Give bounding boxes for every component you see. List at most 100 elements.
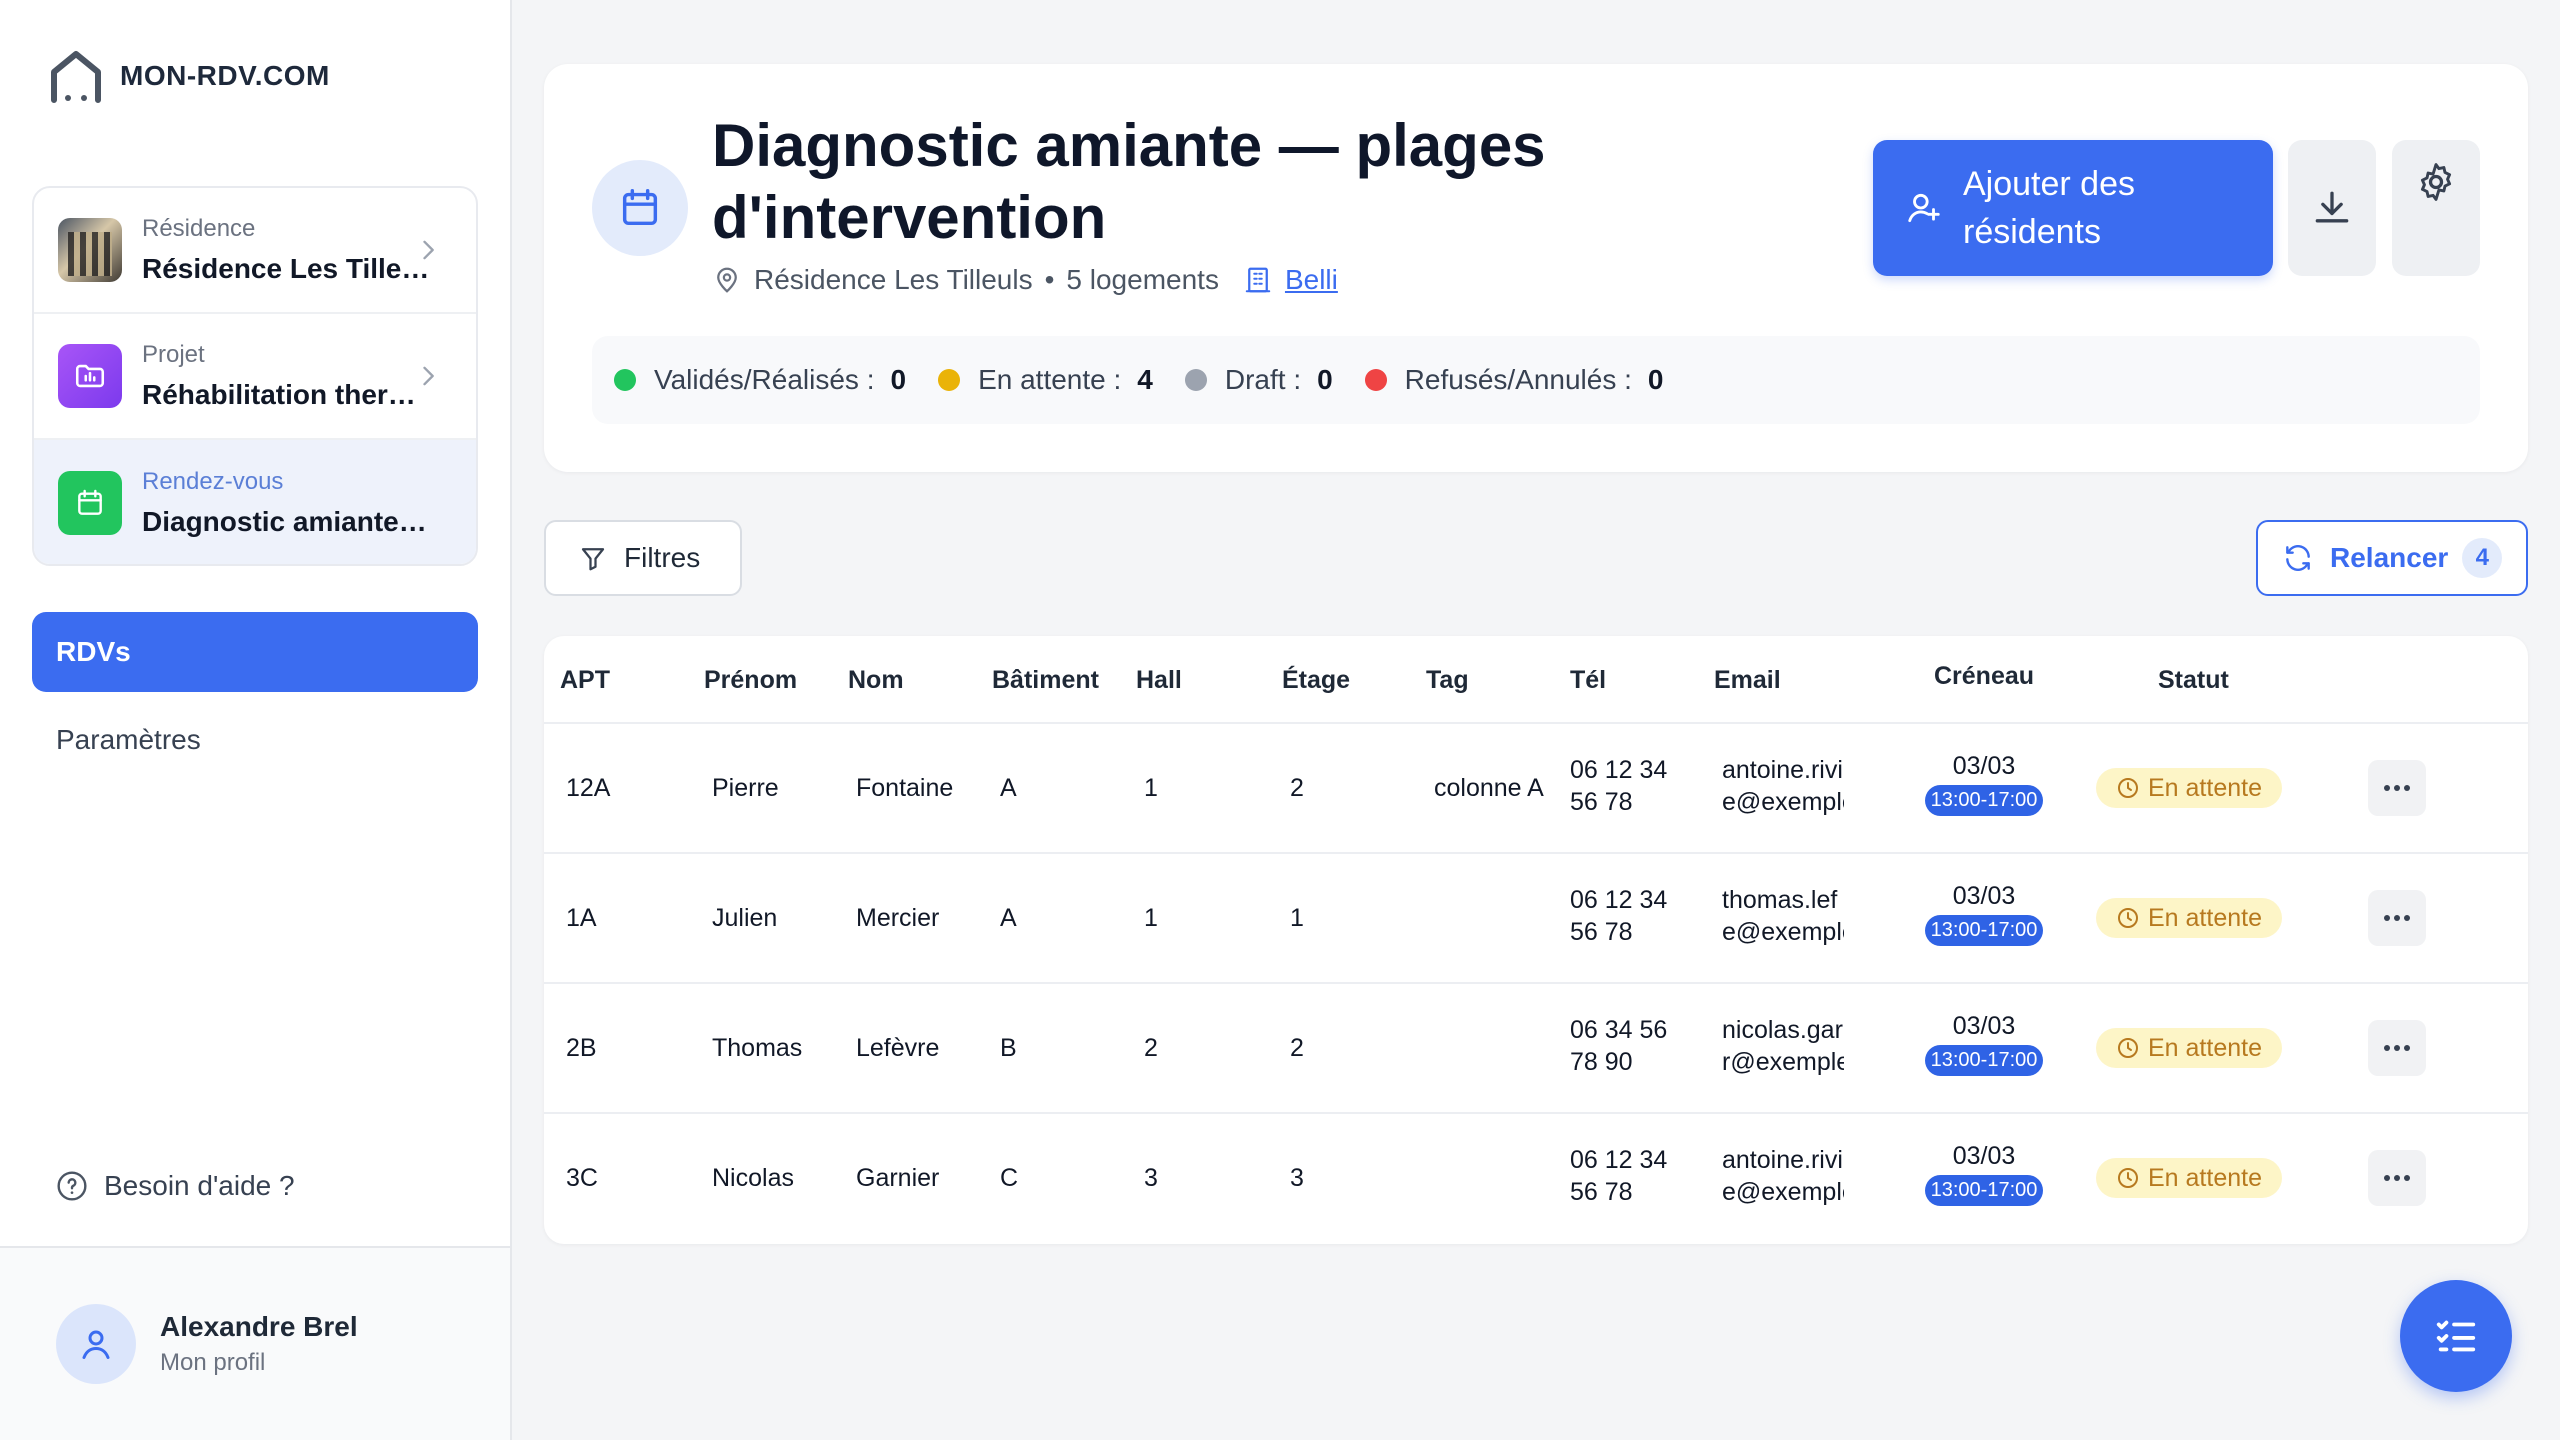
col-apt[interactable]: APT <box>560 666 610 695</box>
question-circle-icon <box>57 1171 87 1201</box>
email-line: antoine.rivi <box>1722 1146 1843 1174</box>
cell-creneau: 03/03 13:00-17:00 <box>1920 752 2048 816</box>
cell-email: thomas.lef e@exemple <box>1722 884 1844 948</box>
header-card: Diagnostic amiante — plages d'interventi… <box>544 64 2528 472</box>
table-row[interactable]: 2B Thomas Lefèvre B 2 2 06 34 56 78 90 ni… <box>544 984 2528 1114</box>
status-badge: En attente <box>2096 1158 2282 1198</box>
page-title: Diagnostic amiante — plages d'interventi… <box>712 112 1546 251</box>
stat-value: 0 <box>1317 364 1333 395</box>
stat-validated: Validés/Réalisés : 0 <box>614 364 906 396</box>
slot-time: 13:00-17:00 <box>1924 915 2044 946</box>
more-horizontal-icon <box>2384 915 2410 921</box>
context-residence[interactable]: Résidence Résidence Les Tilleuls <box>34 188 476 314</box>
cell-hall: 1 <box>1144 774 1158 802</box>
col-tel[interactable]: Tél <box>1570 666 1606 695</box>
cell-nom: Garnier <box>856 1164 940 1192</box>
profile-name: Alexandre Brel <box>160 1311 358 1342</box>
building-icon <box>1245 267 1271 293</box>
cell-batiment: B <box>1000 1034 1017 1062</box>
stat-value: 4 <box>1137 364 1153 395</box>
email-line: e@exemple <box>1722 788 1844 816</box>
slot-date: 03/03 <box>1952 1012 2016 1040</box>
cell-apt: 2B <box>566 1034 597 1062</box>
context-rendez-vous[interactable]: Rendez-vous Diagnostic amiante — plages … <box>34 440 476 564</box>
context-label: Résidence <box>142 215 256 242</box>
user-icon <box>82 1330 110 1359</box>
stat-pending: En attente : 4 <box>938 364 1153 396</box>
cell-email: antoine.rivi e@exemple <box>1722 1144 1844 1208</box>
row-actions-button[interactable] <box>2368 1150 2426 1206</box>
more-horizontal-icon <box>2384 785 2410 791</box>
col-nom[interactable]: Nom <box>848 666 904 695</box>
cell-apt: 1A <box>566 904 597 932</box>
add-residents-button[interactable]: Ajouter des résidents <box>1873 140 2273 276</box>
col-batiment[interactable]: Bâtiment <box>992 666 1099 695</box>
cell-prenom: Julien <box>712 904 778 932</box>
folder-icon <box>58 344 122 408</box>
col-tag[interactable]: Tag <box>1426 666 1469 695</box>
stat-label: Validés/Réalisés : <box>654 364 875 395</box>
table-row[interactable]: 3C Nicolas Garnier C 3 3 06 12 34 56 78 a… <box>544 1114 2528 1244</box>
stat-value: 0 <box>890 364 907 395</box>
bailleur-link[interactable]: Belli <box>1285 264 1338 296</box>
context-label: Rendez-vous <box>142 468 284 495</box>
relancer-count-badge: 4 <box>2462 538 2503 578</box>
col-etage[interactable]: Étage <box>1282 666 1350 695</box>
col-prenom[interactable]: Prénom <box>704 666 797 695</box>
cell-nom: Lefèvre <box>856 1034 940 1062</box>
cell-creneau: 03/03 13:00-17:00 <box>1920 882 2048 946</box>
cell-prenom: Thomas <box>712 1034 803 1062</box>
cell-batiment: A <box>1000 904 1017 932</box>
task-list-fab[interactable] <box>2400 1280 2512 1392</box>
user-plus-icon <box>1908 193 1940 223</box>
residence-name: Résidence Les Tilleuls <box>754 264 1033 295</box>
cell-apt: 12A <box>566 774 611 802</box>
refresh-icon <box>2286 545 2310 571</box>
calendar-icon <box>592 160 688 256</box>
context-projet[interactable]: Projet Réhabilitation thermique <box>34 314 476 440</box>
relancer-button[interactable]: Relancer 4 <box>2256 520 2528 596</box>
row-actions-button[interactable] <box>2368 760 2426 816</box>
col-email[interactable]: Email <box>1714 666 1781 695</box>
status-dot <box>1184 369 1207 391</box>
brand-logo[interactable]: MON-RDV.COM <box>46 46 330 106</box>
col-hall[interactable]: Hall <box>1136 666 1182 695</box>
filters-button[interactable]: Filtres <box>544 520 742 596</box>
col-creneau[interactable]: Créneau <box>1934 662 2034 691</box>
table-row[interactable]: 12A Pierre Fontaine A 1 2 colonne A 06 1… <box>544 724 2528 854</box>
status-label: En attente <box>2148 1163 2262 1192</box>
row-actions-button[interactable] <box>2368 890 2426 946</box>
tel-line: 78 90 <box>1570 1048 1633 1076</box>
download-button[interactable] <box>2288 140 2376 276</box>
meta-separator: • <box>1044 264 1055 295</box>
email-line: thomas.lef <box>1722 886 1838 914</box>
cell-nom: Mercier <box>856 904 940 932</box>
cell-etage: 1 <box>1290 904 1304 932</box>
cell-creneau: 03/03 13:00-17:00 <box>1920 1142 2048 1206</box>
relancer-label: Relancer <box>2330 542 2449 573</box>
table-header: APT Prénom Nom Bâtiment Hall Étage Tag T… <box>544 636 2528 724</box>
cell-email: nicolas.gar r@exemple <box>1722 1014 1844 1078</box>
email-line: nicolas.gar <box>1722 1016 1843 1044</box>
slot-date: 03/03 <box>1952 882 2016 910</box>
cell-apt: 3C <box>566 1164 598 1192</box>
cell-hall: 1 <box>1144 904 1158 932</box>
profile-section[interactable]: Alexandre Brel Mon profil <box>0 1246 510 1440</box>
help-link[interactable]: Besoin d'aide ? <box>56 1170 295 1202</box>
filters-label: Filtres <box>624 542 701 573</box>
nav-item-rdvs[interactable]: RDVs <box>32 612 478 692</box>
status-dot <box>1364 369 1387 391</box>
row-actions-button[interactable] <box>2368 1020 2426 1076</box>
slot-date: 03/03 <box>1952 1142 2016 1170</box>
table-row[interactable]: 1A Julien Mercier A 1 1 06 12 34 56 78 th… <box>544 854 2528 984</box>
more-horizontal-icon <box>2384 1175 2410 1181</box>
context-value: Réhabilitation thermique <box>142 379 432 410</box>
settings-button[interactable] <box>2392 140 2480 276</box>
checklist-icon <box>2436 1320 2476 1352</box>
status-dot <box>938 369 961 391</box>
cell-batiment: A <box>1000 774 1017 802</box>
col-statut[interactable]: Statut <box>2158 666 2229 695</box>
nav-item-parametres[interactable]: Paramètres <box>32 700 478 780</box>
cell-creneau: 03/03 13:00-17:00 <box>1920 1012 2048 1076</box>
stat-label: Draft : <box>1224 364 1302 395</box>
